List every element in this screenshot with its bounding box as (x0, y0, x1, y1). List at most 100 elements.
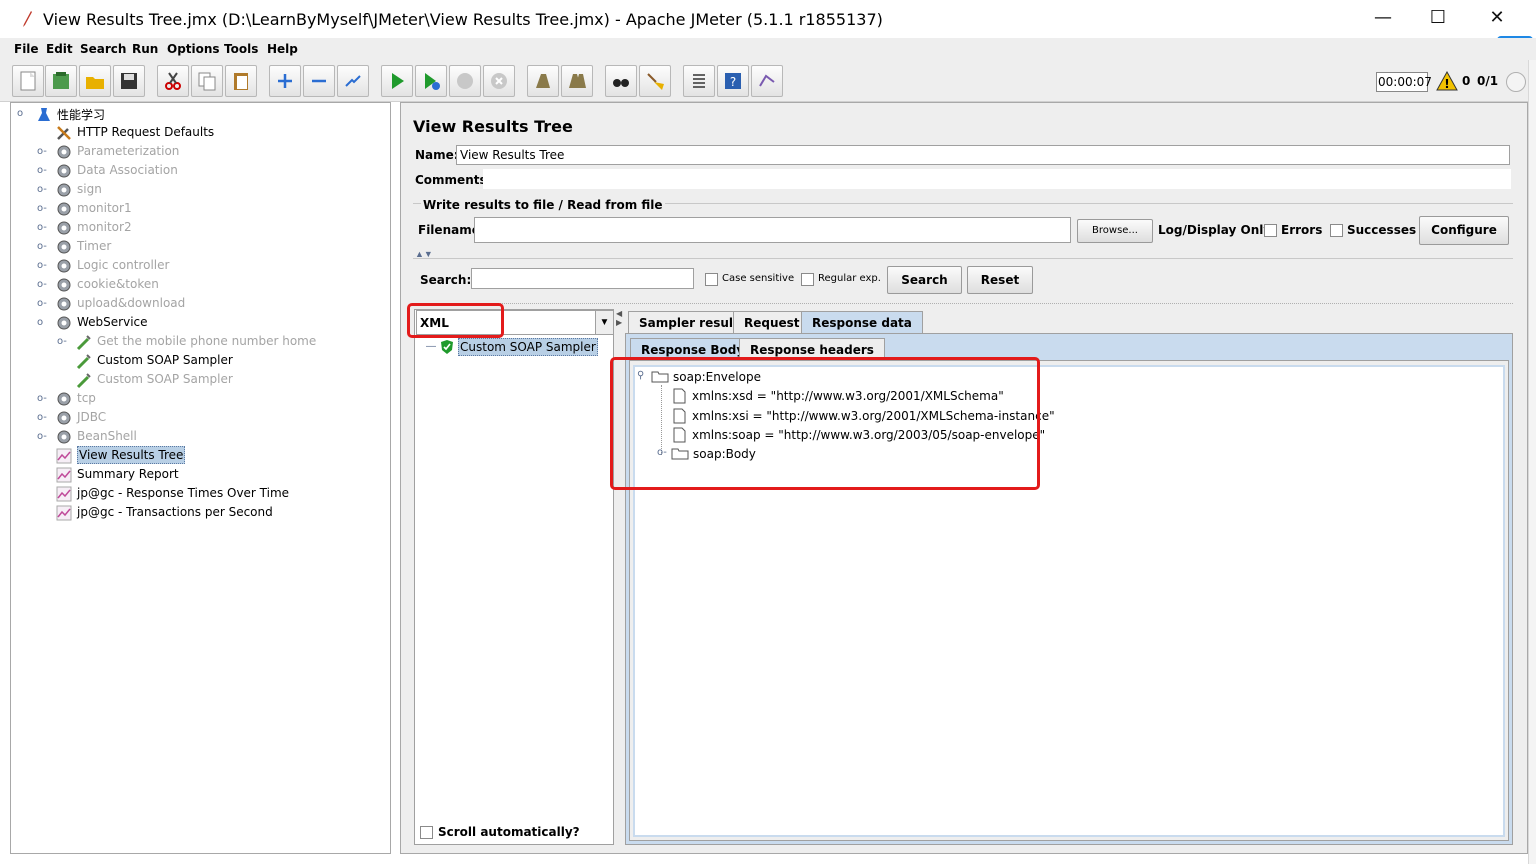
errors-checkbox[interactable] (1264, 224, 1277, 237)
tab-response-data[interactable]: Response data (801, 311, 923, 333)
gear-icon (55, 200, 73, 218)
case-sensitive-checkbox[interactable] (705, 273, 718, 286)
maximize-button[interactable]: ☐ (1409, 0, 1467, 38)
tree-node[interactable]: o-upload&download (11, 294, 390, 313)
tree-node[interactable]: o- Logic controller (11, 256, 390, 275)
result-item[interactable]: Custom SOAP Sampler (458, 338, 598, 356)
configure-button[interactable]: Configure (1419, 216, 1509, 245)
expand-icon[interactable] (269, 65, 301, 97)
help-icon[interactable]: ? (717, 65, 749, 97)
reset-search-broom-icon[interactable] (639, 65, 671, 97)
tree-node[interactable]: HTTP Request Defaults (11, 123, 390, 142)
clear-icon[interactable] (527, 65, 559, 97)
successes-label: Successes (1347, 223, 1417, 237)
successes-checkbox[interactable] (1330, 224, 1343, 237)
tree-node[interactable]: Custom SOAP Sampler (11, 351, 390, 370)
expand-knob-icon[interactable]: o- (37, 241, 47, 252)
warning-count: 0 (1462, 74, 1471, 88)
tree-node[interactable]: o-monitor1 (11, 199, 390, 218)
search-binoculars-icon[interactable] (605, 65, 637, 97)
results-list-pane (414, 309, 614, 845)
search-button[interactable]: Search (887, 266, 962, 294)
copy-icon[interactable] (191, 65, 223, 97)
tree-line: — (426, 341, 436, 352)
templates-icon[interactable] (45, 65, 77, 97)
toggle-icon[interactable] (337, 65, 369, 97)
clear-all-icon[interactable] (561, 65, 593, 97)
save-icon[interactable] (113, 65, 145, 97)
tab-sampler-result[interactable]: Sampler result (628, 311, 750, 333)
menu-help[interactable]: Help (267, 42, 298, 56)
pipette-icon (75, 352, 93, 370)
menu-tools[interactable]: Tools (224, 42, 258, 56)
collapse-icon[interactable] (303, 65, 335, 97)
expand-knob-icon[interactable]: o- (37, 165, 47, 176)
xml-highlight-box (407, 303, 504, 338)
menu-file[interactable]: File (14, 42, 39, 56)
gear-icon (55, 314, 73, 332)
wrench-icon (55, 124, 73, 142)
expand-knob-icon[interactable]: o (37, 317, 43, 328)
expand-knob-icon[interactable]: o- (37, 279, 47, 290)
tree-node[interactable]: jp@gc - Response Times Over Time (11, 484, 390, 503)
new-icon[interactable] (12, 65, 44, 97)
comments-field[interactable] (483, 169, 1511, 189)
menu-run[interactable]: Run (132, 42, 158, 56)
tree-node[interactable]: o- JDBC (11, 408, 390, 427)
stop-icon[interactable] (449, 65, 481, 97)
tree-node[interactable]: o WebService (11, 313, 390, 332)
open-icon[interactable] (79, 65, 111, 97)
tree-node[interactable]: o- Data Association (11, 161, 390, 180)
filename-field[interactable] (474, 217, 1071, 243)
expand-knob-icon[interactable]: o- (37, 431, 47, 442)
cut-icon[interactable] (157, 65, 189, 97)
remote-icon[interactable] (751, 65, 783, 97)
expand-knob-icon[interactable]: o- (37, 393, 47, 404)
tree-node[interactable]: Summary Report (11, 465, 390, 484)
tree-node[interactable]: o- Parameterization (11, 142, 390, 161)
expand-knob-icon[interactable]: o (17, 108, 23, 119)
name-field[interactable]: View Results Tree (456, 145, 1510, 165)
chevron-down-icon[interactable]: ▼ (595, 311, 613, 334)
expand-knob-icon[interactable]: o- (37, 146, 47, 157)
start-no-pauses-icon[interactable] (415, 65, 447, 97)
tree-node[interactable]: o- BeanShell (11, 427, 390, 446)
close-button[interactable]: ✕ (1468, 0, 1526, 38)
tree-node[interactable]: o 性能学习 (11, 104, 390, 123)
start-icon[interactable] (381, 65, 413, 97)
scroll-auto-checkbox[interactable] (420, 826, 433, 839)
tab-request[interactable]: Request (733, 311, 811, 333)
expand-knob-icon[interactable]: o- (37, 222, 47, 233)
tree-node[interactable]: o- Timer (11, 237, 390, 256)
search-input[interactable] (471, 268, 694, 289)
menu-edit[interactable]: Edit (46, 42, 73, 56)
tree-node[interactable]: o-sign (11, 180, 390, 199)
shutdown-icon[interactable] (483, 65, 515, 97)
expand-knob-icon[interactable]: o- (37, 203, 47, 214)
menu-search[interactable]: Search (80, 42, 126, 56)
tree-node-label: cookie&token (77, 277, 159, 291)
expand-knob-icon[interactable]: o- (57, 336, 67, 347)
expand-knob-icon[interactable]: o- (37, 412, 47, 423)
tree-node[interactable]: o-monitor2 (11, 218, 390, 237)
browse-button[interactable]: Browse... (1077, 219, 1153, 243)
menu-options[interactable]: Options (167, 42, 220, 56)
tree-node-label: Custom SOAP Sampler (97, 353, 233, 367)
tree-node[interactable]: View Results Tree (11, 446, 390, 465)
warning-icon[interactable]: ! (1436, 71, 1458, 91)
tree-node[interactable]: jp@gc - Transactions per Second (11, 503, 390, 522)
tree-node[interactable]: o-cookie&token (11, 275, 390, 294)
tree-node[interactable]: Custom SOAP Sampler (11, 370, 390, 389)
function-helper-icon[interactable] (683, 65, 715, 97)
reset-button[interactable]: Reset (967, 266, 1033, 294)
regular-exp-checkbox[interactable] (801, 273, 814, 286)
tree-node[interactable]: o- Get the mobile phone number home (11, 332, 390, 351)
xml-highlight-box (610, 357, 1040, 490)
tree-node[interactable]: o-tcp (11, 389, 390, 408)
expand-knob-icon[interactable]: o- (37, 260, 47, 271)
splitter-arrows-icon[interactable]: ◀ ▶ (616, 309, 622, 327)
paste-icon[interactable] (225, 65, 257, 97)
expand-knob-icon[interactable]: o- (37, 298, 47, 309)
expand-knob-icon[interactable]: o- (37, 184, 47, 195)
minimize-button[interactable]: — (1354, 0, 1412, 38)
